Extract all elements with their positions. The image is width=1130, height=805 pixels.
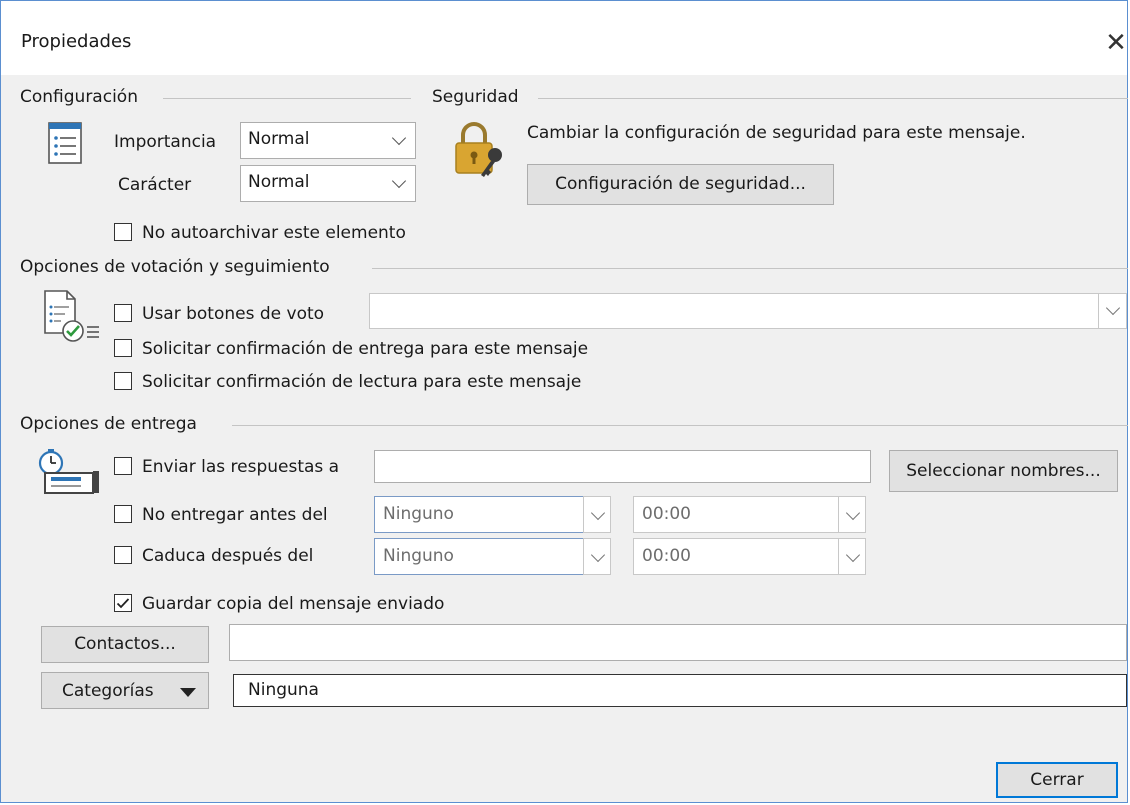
caduca-date-select[interactable]: Ninguno [374, 538, 584, 575]
no-entregar-label: No entregar antes del [142, 505, 328, 525]
divider [163, 98, 411, 99]
confirmacion-lectura-checkbox[interactable] [114, 372, 132, 390]
section-votacion: Opciones de votación y seguimiento [20, 257, 330, 277]
voting-check-icon [41, 287, 103, 354]
enviar-respuestas-checkbox[interactable] [114, 457, 132, 475]
lock-key-icon [451, 119, 513, 186]
confirmacion-lectura-label: Solicitar confirmación de lectura para e… [142, 372, 582, 392]
categorias-button[interactable]: Categorías [41, 672, 209, 709]
enviar-respuestas-label: Enviar las respuestas a [142, 457, 340, 477]
section-seguridad: Seguridad [432, 87, 519, 107]
botones-voto-select[interactable] [369, 293, 1127, 329]
no-entregar-time-select[interactable]: 00:00 [633, 496, 839, 533]
caduca-date-dropdown[interactable] [583, 538, 611, 575]
importancia-value: Normal [248, 129, 310, 149]
confirmacion-entrega-label: Solicitar confirmación de entrega para e… [142, 339, 589, 359]
chevron-down-icon [845, 505, 861, 521]
categorias-input[interactable]: Ninguna [233, 674, 1127, 707]
divider [232, 425, 1128, 426]
chevron-down-icon [845, 547, 861, 563]
caduca-time-value: 00:00 [642, 546, 691, 566]
enviar-respuestas-input[interactable] [374, 450, 871, 483]
importancia-select[interactable]: Normal [240, 122, 416, 159]
usar-botones-checkbox[interactable] [114, 304, 132, 322]
triangle-down-icon [180, 688, 196, 697]
caracter-value: Normal [248, 172, 310, 192]
chevron-down-icon [391, 130, 407, 146]
chevron-down-icon [1105, 300, 1121, 316]
no-entregar-date-dropdown[interactable] [583, 496, 611, 533]
seguridad-description: Cambiar la configuración de seguridad pa… [527, 123, 1026, 143]
usar-botones-label: Usar botones de voto [142, 304, 325, 324]
settings-list-icon [45, 121, 85, 172]
dropdown-button[interactable] [1098, 294, 1126, 328]
caduca-time-select[interactable]: 00:00 [633, 538, 839, 575]
caduca-date-value: Ninguno [383, 546, 454, 566]
contactos-button[interactable]: Contactos... [41, 626, 209, 663]
guardar-copia-label: Guardar copia del mensaje enviado [142, 594, 445, 614]
configuracion-seguridad-button[interactable]: Configuración de seguridad... [527, 164, 834, 205]
section-configuracion: Configuración [20, 87, 138, 107]
no-entregar-checkbox[interactable] [114, 505, 132, 523]
chevron-down-icon [590, 505, 606, 521]
close-icon[interactable]: ✕ [1096, 23, 1130, 63]
guardar-copia-checkbox[interactable] [114, 594, 132, 612]
confirmacion-entrega-checkbox[interactable] [114, 339, 132, 357]
categorias-value: Ninguna [248, 680, 319, 700]
categorias-button-label: Categorías [62, 681, 154, 701]
dialog-title: Propiedades [21, 31, 132, 52]
chevron-down-icon [391, 173, 407, 189]
divider [538, 98, 1128, 99]
checkmark-icon [116, 598, 130, 609]
cerrar-button[interactable]: Cerrar [996, 762, 1118, 798]
caduca-label: Caduca después del [142, 546, 314, 566]
no-autoarchivar-label: No autoarchivar este elemento [142, 223, 406, 243]
properties-dialog: Propiedades ✕ Configuración Importancia … [0, 0, 1128, 803]
no-entregar-date-select[interactable]: Ninguno [374, 496, 584, 533]
no-entregar-date-value: Ninguno [383, 504, 454, 524]
chevron-down-icon [590, 547, 606, 563]
section-entrega: Opciones de entrega [20, 414, 197, 434]
no-entregar-time-value: 00:00 [642, 504, 691, 524]
contactos-input[interactable] [229, 624, 1127, 661]
title-bar: Propiedades ✕ [1, 1, 1127, 75]
divider [372, 268, 1128, 269]
delivery-timer-icon [37, 447, 101, 504]
caracter-select[interactable]: Normal [240, 165, 416, 202]
importancia-label: Importancia [114, 132, 217, 152]
caduca-checkbox[interactable] [114, 546, 132, 564]
caduca-time-dropdown[interactable] [838, 538, 866, 575]
no-entregar-time-dropdown[interactable] [838, 496, 866, 533]
seleccionar-nombres-button[interactable]: Seleccionar nombres... [889, 450, 1118, 492]
caracter-label: Carácter [118, 175, 192, 195]
no-autoarchivar-checkbox[interactable] [114, 223, 132, 241]
